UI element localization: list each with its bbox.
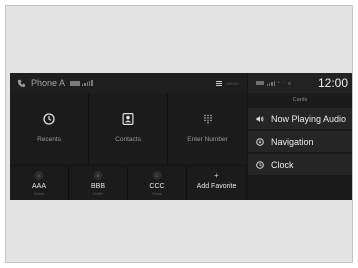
favorite-avatar: B [93,171,103,180]
favorite-name: BBB [90,183,105,190]
card-now-playing-audio[interactable]: Now Playing Audio [248,108,352,129]
battery-icon [70,80,81,86]
cards-panel: • ↑ 12:00 Cards Now Playing Audio Naviga… [248,73,352,200]
add-favorite-label: Add Favorite [196,183,237,190]
enter-number-button[interactable]: Enter Number [168,93,247,164]
battery-icon [256,81,264,85]
enter-number-label: Enter Number [187,136,228,143]
menu-icon [216,80,223,86]
menu-button[interactable]: MENU [216,73,239,93]
contacts-button[interactable]: Contacts [89,93,168,164]
navigation-icon [256,137,264,146]
antenna-icon: ↑ [282,80,286,86]
signal-strength-icon [267,80,275,86]
phone-main-row: Recents Contacts Enter Number [10,93,247,164]
card-label: Now Playing Audio [271,113,347,124]
status-icons: • ↑ [256,80,292,86]
card-label: Navigation [271,136,314,147]
favorite-avatar: C [152,171,162,180]
cards-title: Cards [292,97,308,103]
bluetooth-icon: • [277,80,280,86]
favorites-row: A AAA Mobile B BBB Mobile C CCC Home + A… [10,167,247,200]
card-clock[interactable]: Clock [248,154,352,175]
wifi-icon [288,81,292,85]
favorite-number-type: Home [152,192,162,196]
card-label: Clock [271,159,294,170]
favorite-bbb-button[interactable]: B BBB Mobile [69,167,128,200]
favorite-number-type: Mobile [92,192,104,196]
connected-phone-name: Phone A [31,78,66,88]
contact-card-icon [122,113,134,125]
menu-label: MENU [226,80,239,86]
favorite-avatar: A [34,171,44,180]
speaker-icon [256,115,264,122]
recents-label: Recents [37,136,61,143]
keypad-icon [203,114,212,124]
contacts-label: Contacts [115,136,141,143]
phone-icon [17,79,26,87]
favorite-name: CCC [149,183,165,190]
system-status-bar: • ↑ 12:00 [248,73,352,93]
favorite-ccc-button[interactable]: C CCC Home [128,167,187,200]
signal-strength-icon [82,80,93,86]
favorite-number-type: Mobile [33,192,45,196]
recents-button[interactable]: Recents [10,93,89,164]
clock-icon [256,160,264,169]
phone-status-bar: Phone A MENU [10,73,247,93]
phone-panel: Phone A MENU Recents Contacts Enter Numb… [10,73,247,200]
head-unit-screen: Phone A MENU Recents Contacts Enter Numb… [10,73,352,200]
favorite-name: AAA [31,183,46,190]
add-favorite-button[interactable]: + Add Favorite [187,167,246,200]
plus-icon: + [214,171,219,180]
card-navigation[interactable]: Navigation [248,131,352,152]
clock-icon [43,113,55,125]
clock-display: 12:00 [317,76,348,90]
favorite-aaa-button[interactable]: A AAA Mobile [10,167,69,200]
